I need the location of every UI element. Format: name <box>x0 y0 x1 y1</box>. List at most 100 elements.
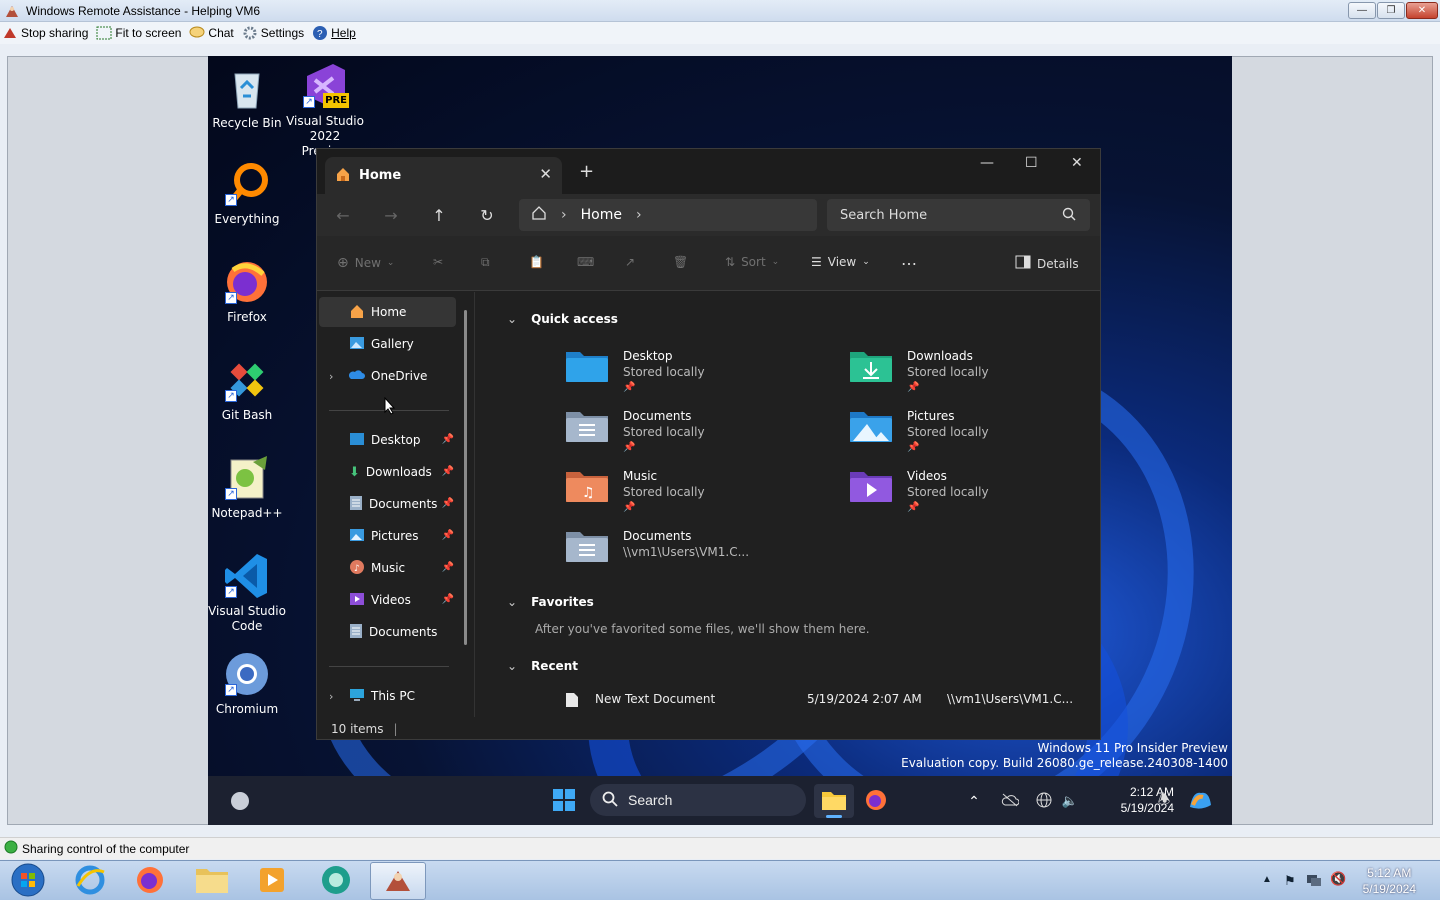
quick-access-item[interactable]: Documents \\vm1\Users\VM1.C... <box>565 528 749 564</box>
desktop-icon-firefox[interactable]: ↗ Firefox <box>208 258 287 325</box>
forward-button[interactable]: → <box>379 204 403 226</box>
nav-item-videos[interactable]: Videos 📌 <box>319 585 456 615</box>
tab-home[interactable]: Home ✕ <box>325 157 562 194</box>
desktop-icon-git-bash[interactable]: ↗ Git Bash <box>208 356 287 423</box>
stop-sharing-button[interactable]: Stop sharing <box>2 26 88 40</box>
sort-button[interactable]: ⇅ Sort ⌄ <box>725 255 779 269</box>
fit-to-screen-button[interactable]: Fit to screen <box>96 26 181 40</box>
taskbar-media-player[interactable] <box>244 862 300 900</box>
shortcut-arrow-icon: ↗ <box>225 292 237 304</box>
section-favorites[interactable]: ⌄ Favorites <box>507 595 594 609</box>
close-button[interactable]: ✕ <box>1071 155 1083 171</box>
quick-access-item[interactable]: Pictures Stored locally 📌 <box>849 408 989 456</box>
copilot-button[interactable] <box>1184 784 1216 818</box>
desktop-icon-chromium[interactable]: ↗ Chromium <box>208 650 287 717</box>
new-button[interactable]: ⊕ New ⌄ <box>337 255 394 271</box>
desktop-icon-visual-studio[interactable]: PRE ↗ Visual Studio 2022 Preview <box>285 62 365 159</box>
share-icon[interactable]: ↗ <box>625 255 635 269</box>
taskbar-windows-explorer[interactable] <box>184 862 240 900</box>
chevron-right-icon[interactable]: › <box>329 370 333 383</box>
nav-scrollbar[interactable] <box>464 310 467 645</box>
taskbar-remote-assistance[interactable] <box>370 862 426 900</box>
taskbar-internet-explorer[interactable] <box>62 862 118 900</box>
back-button[interactable]: ← <box>331 204 355 226</box>
details-label: Details <box>1037 256 1079 271</box>
desktop-icon-vscode[interactable]: ↗ Visual Studio Code <box>208 552 287 634</box>
minimize-button[interactable]: — <box>1348 2 1376 19</box>
tray-expand-icon[interactable]: ▲ <box>1262 874 1272 885</box>
item-sub: Stored locally <box>907 485 989 499</box>
copy-icon[interactable]: ⧉ <box>481 255 490 270</box>
nav-item-desktop[interactable]: Desktop 📌 <box>319 425 456 455</box>
paste-icon[interactable]: 📋 <box>529 255 544 269</box>
cut-icon[interactable]: ✂ <box>433 255 443 269</box>
maximize-button[interactable]: ☐ <box>1025 155 1038 171</box>
refresh-button[interactable]: ↻ <box>475 204 499 226</box>
restore-button[interactable]: ❐ <box>1377 2 1405 19</box>
section-recent[interactable]: ⌄ Recent <box>507 659 578 673</box>
widgets-button[interactable] <box>222 784 258 818</box>
search-input[interactable]: Search Home <box>827 199 1090 231</box>
rename-icon[interactable]: ⌨ <box>577 255 594 269</box>
svg-text:♪: ♪ <box>354 564 360 574</box>
section-title: Quick access <box>531 312 618 326</box>
nav-item-documents[interactable]: Documents 📌 <box>319 489 456 519</box>
chat-button[interactable]: Chat <box>189 26 234 40</box>
taskbar-search-box[interactable]: Search <box>590 784 806 816</box>
minimize-button[interactable]: — <box>980 155 994 171</box>
section-quick-access[interactable]: ⌄ Quick access <box>507 312 618 326</box>
nav-item-downloads[interactable]: ⬇ Downloads 📌 <box>319 457 456 487</box>
notifications-button[interactable]: 🕭 <box>1152 784 1176 818</box>
quick-access-item[interactable]: Desktop Stored locally 📌 <box>565 348 705 396</box>
nav-item-home[interactable]: Home <box>319 297 456 327</box>
start-orb[interactable] <box>0 862 56 900</box>
pin-icon: 📌 <box>623 382 636 393</box>
details-button[interactable]: Details <box>1015 255 1079 272</box>
breadcrumb[interactable]: Home <box>581 207 622 223</box>
nav-item-pictures[interactable]: Pictures 📌 <box>319 521 456 551</box>
recent-file-date: 5/19/2024 2:07 AM <box>807 692 922 706</box>
close-tab-icon[interactable]: ✕ <box>539 165 552 183</box>
nav-item-onedrive[interactable]: › OneDrive <box>319 361 456 391</box>
action-center-flag-icon[interactable]: ⚑ <box>1284 873 1296 889</box>
more-options-icon[interactable]: … <box>901 250 917 269</box>
onedrive-tray-icon[interactable] <box>998 784 1022 818</box>
settings-button[interactable]: Settings <box>242 25 304 41</box>
nav-item-gallery[interactable]: Gallery <box>319 329 456 359</box>
volume-tray-icon[interactable]: 🔈 <box>1058 784 1082 818</box>
help-button[interactable]: ? Help <box>312 25 356 41</box>
desktop-icon-recycle-bin[interactable]: Recycle Bin <box>208 64 287 131</box>
chevron-right-icon[interactable]: › <box>329 690 333 703</box>
nav-item-this-pc[interactable]: › This PC <box>319 681 456 711</box>
desktop-icon-notepad-plus-plus[interactable]: ↗ Notepad++ <box>208 454 287 521</box>
taskbar-file-explorer[interactable] <box>814 784 854 818</box>
address-bar[interactable]: › Home › <box>519 199 817 231</box>
preview-badge: PRE <box>323 93 349 108</box>
videos-folder-icon <box>849 468 893 504</box>
show-hidden-icons-button[interactable]: ⌃ <box>962 784 986 818</box>
explorer-navbar: ← → ↑ ↻ › Home › Search Home <box>317 194 1100 236</box>
delete-icon[interactable]: 🗑 <box>673 255 688 269</box>
taskbar-clock[interactable]: 5:12 AM 5/19/2024 <box>1363 865 1416 897</box>
start-button[interactable] <box>546 784 582 818</box>
quick-access-item[interactable]: Downloads Stored locally 📌 <box>849 348 989 396</box>
nav-item-documents-network[interactable]: Documents <box>319 617 456 647</box>
taskbar-firefox[interactable] <box>858 784 894 818</box>
close-button[interactable]: ✕ <box>1406 2 1438 19</box>
recent-file-row[interactable]: New Text Document 5/19/2024 2:07 AM \\vm… <box>565 692 1085 711</box>
taskbar-firefox[interactable] <box>122 862 178 900</box>
quick-access-item[interactable]: ♫ Music Stored locally 📌 <box>565 468 705 516</box>
taskbar-app[interactable] <box>308 862 364 900</box>
nav-divider <box>329 666 449 667</box>
up-button[interactable]: ↑ <box>427 204 451 226</box>
favorites-empty-message: After you've favorited some files, we'll… <box>535 622 870 636</box>
network-tray-icon[interactable] <box>1306 872 1322 891</box>
new-tab-button[interactable]: + <box>579 161 594 182</box>
nav-item-music[interactable]: ♪ Music 📌 <box>319 553 456 583</box>
quick-access-item[interactable]: Videos Stored locally 📌 <box>849 468 989 516</box>
view-button[interactable]: ☰ View ⌄ <box>811 255 870 269</box>
volume-muted-icon[interactable]: 🔇 <box>1330 871 1346 887</box>
quick-access-item[interactable]: Documents Stored locally 📌 <box>565 408 705 456</box>
network-tray-icon[interactable] <box>1032 784 1056 818</box>
desktop-icon-everything[interactable]: ↗ Everything <box>208 160 287 227</box>
